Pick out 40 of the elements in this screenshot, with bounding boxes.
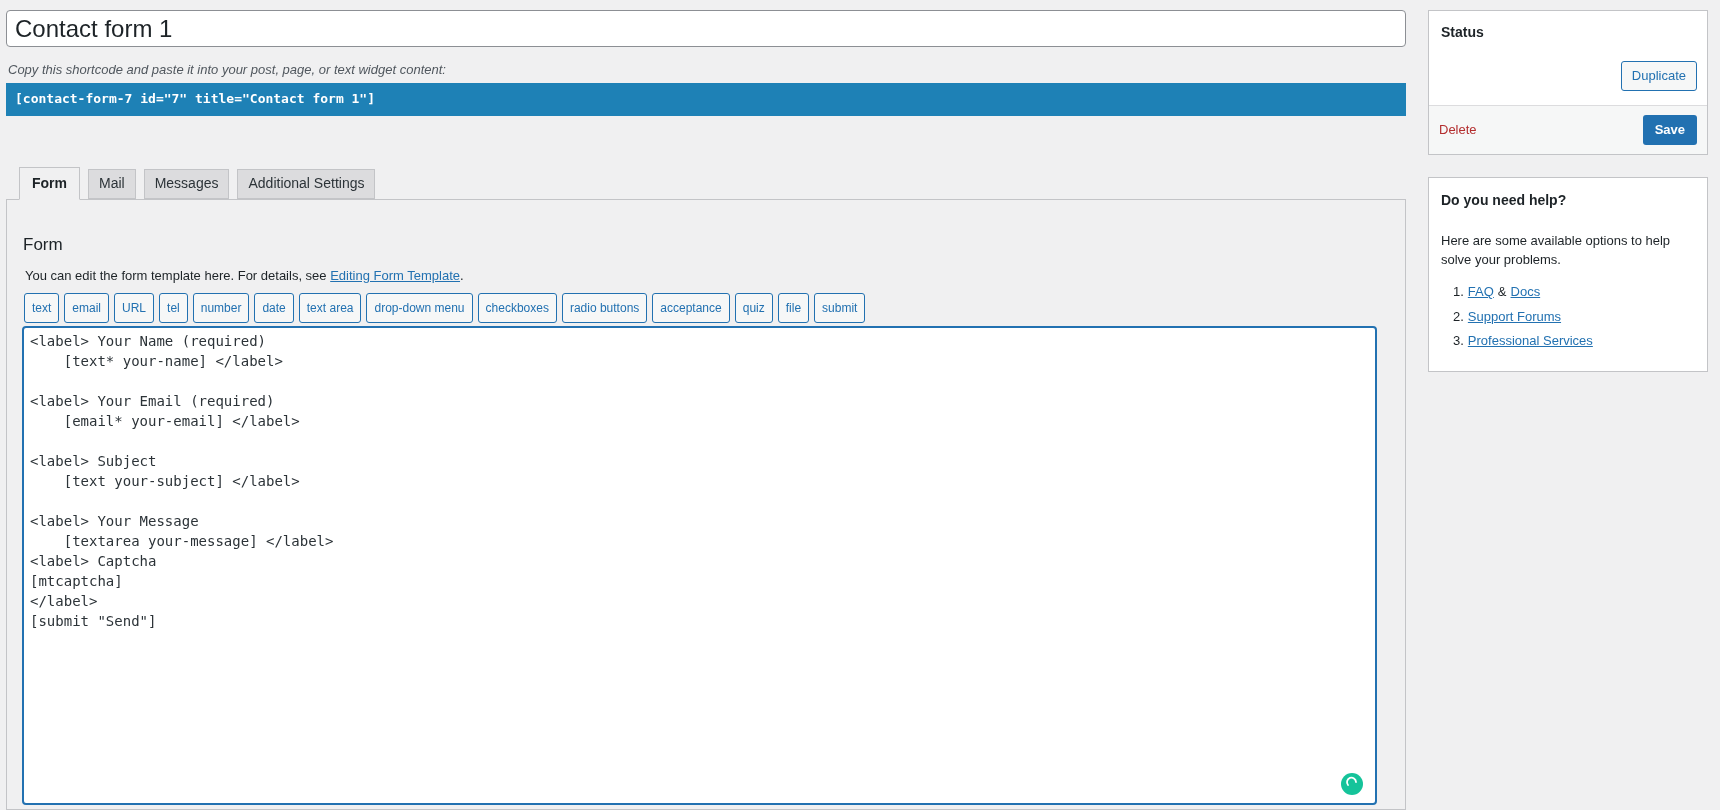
help-link[interactable]: Professional Services bbox=[1467, 331, 1593, 351]
tab[interactable]: Messages bbox=[143, 168, 230, 199]
tag-button[interactable]: checkboxes bbox=[477, 292, 557, 323]
tab[interactable]: Form bbox=[19, 166, 80, 200]
save-button[interactable]: Save bbox=[1642, 115, 1697, 145]
list-number: 1. bbox=[1453, 283, 1464, 301]
tag-button[interactable]: drop-down menu bbox=[366, 292, 473, 323]
tag-button[interactable]: acceptance bbox=[652, 292, 730, 323]
ampersand-text: & bbox=[1497, 283, 1507, 301]
form-heading: Form bbox=[23, 233, 64, 256]
help-link[interactable]: Support Forums bbox=[1467, 306, 1562, 326]
shortcode-field[interactable]: [contact-form-7 id="7" title="Contact form 1"] bbox=[6, 82, 1406, 116]
tag-button[interactable]: number bbox=[192, 292, 250, 323]
tab[interactable]: Additional Settings bbox=[237, 168, 376, 199]
tag-button[interactable]: file bbox=[777, 292, 810, 323]
help-title: Do you need help? bbox=[1441, 191, 1568, 210]
tag-button[interactable]: radio buttons bbox=[561, 292, 648, 323]
shortcode-caption: Copy this shortcode and paste it into your post, page, or text widget content: bbox=[8, 61, 447, 79]
tag-button[interactable]: submit bbox=[814, 292, 866, 323]
delete-link[interactable]: Delete bbox=[1439, 120, 1477, 140]
help-text: Here are some available options to help solve your problems. bbox=[1441, 232, 1672, 269]
list-number: 3. bbox=[1453, 332, 1464, 350]
tag-button[interactable]: text bbox=[24, 292, 60, 323]
list-number: 2. bbox=[1453, 307, 1464, 326]
tag-button[interactable]: text area bbox=[298, 292, 362, 323]
status-title: Status bbox=[1440, 23, 1485, 42]
duplicate-button[interactable]: Duplicate bbox=[1620, 61, 1697, 91]
form-intro: You can edit the form template here. For details, see Editing Form Template. bbox=[25, 267, 465, 285]
tag-button[interactable]: URL bbox=[114, 292, 155, 323]
tag-button[interactable]: date bbox=[254, 292, 294, 323]
template-editor[interactable]: <label> Your Name (required) [text* your-name] </label> <label> Your Email (required) [email* your-email] </label> <label> Subject [text your-subject] </label> <label> Your Message [textarea your-message] </label> <label> Captcha [mtcaptcha] </label> [submit "Send"] bbox=[22, 325, 1377, 805]
grammar-assistant-icon[interactable] bbox=[1341, 773, 1363, 795]
title-field[interactable]: Contact form 1 bbox=[6, 10, 1406, 47]
tab[interactable]: Mail bbox=[88, 168, 136, 199]
tag-button[interactable]: tel bbox=[159, 292, 188, 323]
editing-template-link[interactable]: Editing Form Template bbox=[330, 268, 461, 283]
tag-button[interactable]: email bbox=[64, 292, 110, 323]
help-link[interactable]: Docs bbox=[1510, 282, 1541, 302]
tag-button[interactable]: quiz bbox=[734, 292, 773, 323]
help-link[interactable]: FAQ bbox=[1467, 282, 1494, 302]
